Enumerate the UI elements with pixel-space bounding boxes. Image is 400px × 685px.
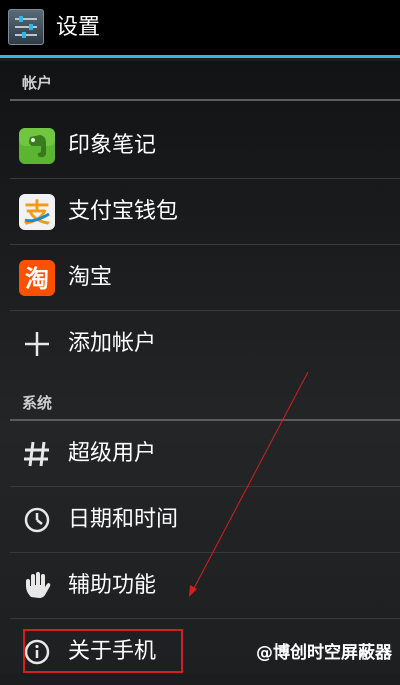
annotation-highlight-box bbox=[23, 629, 183, 673]
annotation-arrow bbox=[189, 371, 309, 597]
settings-screen: 设置 帐户 印象笔记 支 支付宝钱包 淘 淘宝 添加帐户 系统 超级用户 日期和… bbox=[0, 0, 400, 673]
watermark: @博创时空屏蔽器 bbox=[256, 643, 392, 663]
